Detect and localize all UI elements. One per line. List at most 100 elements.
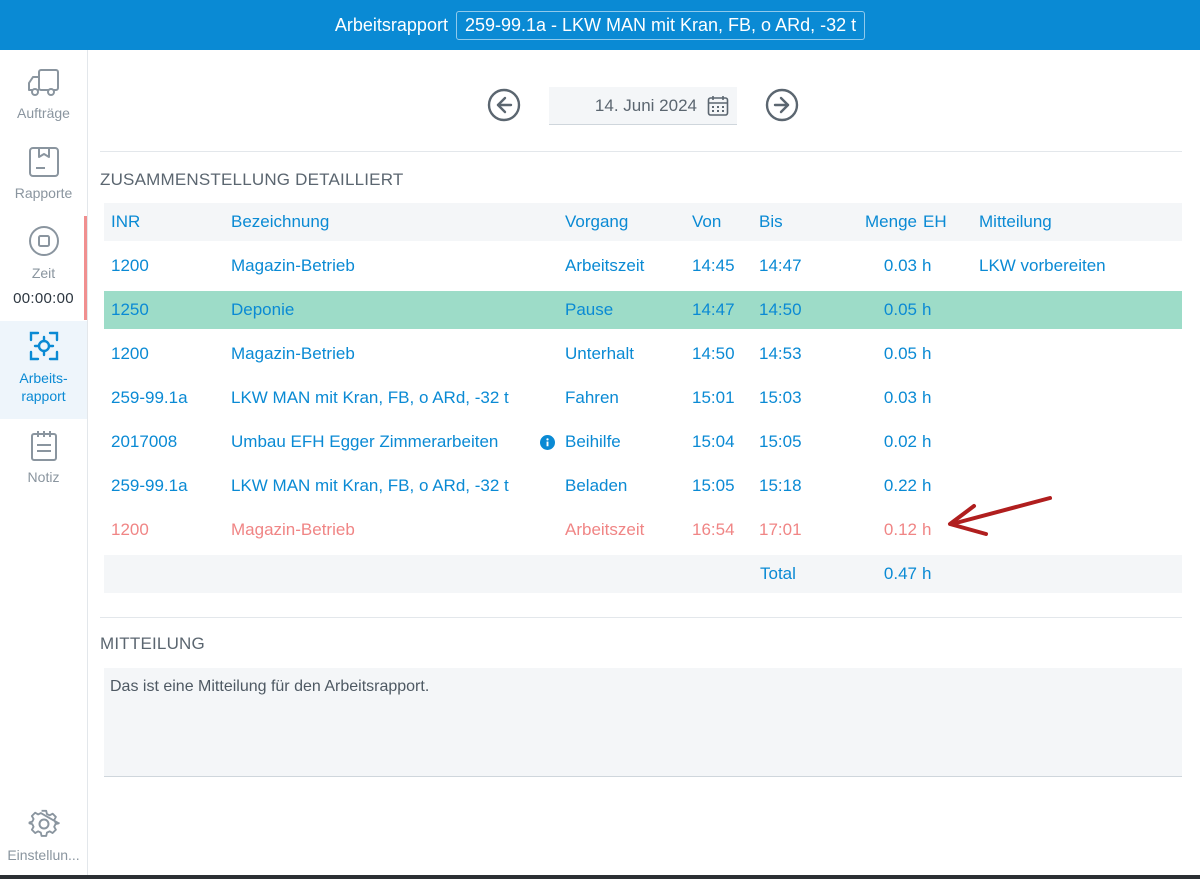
date-picker[interactable]: 14. Juni 2024	[549, 87, 737, 125]
cell-eh: h	[922, 388, 932, 407]
cell-bis: 15:05	[759, 432, 802, 451]
sidebar-item-label: Aufträge	[17, 105, 70, 121]
cell-inr: 259-99.1a	[111, 476, 188, 495]
cell-bezeichnung: Umbau EFH Egger Zimmerarbeiten	[231, 432, 499, 451]
column-header-menge[interactable]: Menge	[844, 203, 917, 241]
message-section-title: MITTEILUNG	[100, 634, 205, 653]
stop-circle-icon	[28, 226, 59, 256]
table-row-selected[interactable]: 1250 Deponie Pause 14:47 14:50 0.05 h	[104, 291, 1182, 329]
cell-bis: 14:53	[759, 344, 802, 363]
date-value: 14. Juni 2024	[594, 95, 697, 115]
cell-bezeichnung: Magazin-Betrieb	[231, 520, 355, 539]
cell-menge: 0.22	[883, 476, 917, 495]
vehicle-selector[interactable]: 259-99.1a - LKW MAN mit Kran, FB, o ARd,…	[455, 10, 866, 40]
focus-target-icon	[29, 331, 58, 361]
column-header-inr[interactable]: INR	[111, 203, 221, 241]
cell-bis: 15:03	[759, 388, 802, 407]
sidebar-item-zeit[interactable]: Zeit 00:00:00	[0, 224, 87, 320]
date-navigation: 14. Juni 2024	[100, 50, 1182, 152]
cell-eh: h	[922, 344, 932, 363]
cell-inr: 1200	[111, 520, 149, 539]
table-row[interactable]: 1200 Magazin-Betrieb Arbeitszeit 14:45 1…	[104, 247, 1182, 285]
cell-von: 14:50	[692, 344, 735, 363]
cell-bezeichnung: Magazin-Betrieb	[231, 256, 355, 275]
cell-bezeichnung: Magazin-Betrieb	[231, 344, 355, 363]
cell-inr: 1200	[111, 256, 149, 275]
cell-bis: 14:47	[759, 256, 802, 275]
cell-menge: 0.05	[883, 344, 917, 363]
cell-von: 15:05	[692, 476, 735, 495]
cell-bezeichnung: LKW MAN mit Kran, FB, o ARd, -32 t	[231, 388, 509, 407]
message-textarea[interactable]: Das ist eine Mitteilung für den Arbeitsr…	[104, 668, 1182, 777]
timer-indicator-bar	[84, 216, 87, 320]
sidebar-item-einstellungen[interactable]: Einstellun...	[0, 808, 87, 870]
timer-display: 00:00:00	[13, 290, 74, 307]
cell-eh: h	[922, 432, 932, 451]
cell-bezeichnung: LKW MAN mit Kran, FB, o ARd, -32 t	[231, 476, 509, 495]
table-row[interactable]: 259-99.1a LKW MAN mit Kran, FB, o ARd, -…	[104, 379, 1182, 417]
sidebar-item-label: Rapporte	[14, 185, 73, 201]
column-header-bezeichnung[interactable]: Bezeichnung	[231, 203, 531, 241]
sidebar-item-arbeitsrapport[interactable]: Arbeits- rapport	[0, 321, 87, 419]
sidebar-item-label-line2: rapport	[21, 388, 66, 404]
calendar-icon	[707, 95, 729, 116]
cell-mitteilung: LKW vorbereiten	[979, 256, 1106, 275]
cell-menge: 0.05	[883, 300, 917, 319]
truck-icon	[27, 69, 59, 96]
sidebar-item-label: Notiz	[27, 469, 60, 485]
sidebar-item-rapporte[interactable]: Rapporte	[0, 146, 87, 208]
cell-vorgang: Beihilfe	[565, 432, 621, 451]
table-total-row: Total 0.47 h	[104, 555, 1182, 593]
cell-vorgang: Unterhalt	[565, 344, 634, 363]
sidebar-item-auftraege[interactable]: Aufträge	[0, 68, 87, 130]
gear-icon	[28, 809, 60, 837]
cell-vorgang: Arbeitszeit	[565, 520, 645, 539]
total-label: Total	[760, 564, 796, 583]
page-title: Arbeitsrapport	[334, 14, 448, 35]
table-header: INR Bezeichnung Vorgang Von Bis Menge EH…	[104, 203, 1182, 241]
table-row[interactable]: 1200 Magazin-Betrieb Unterhalt 14:50 14:…	[104, 335, 1182, 373]
bottom-edge	[0, 875, 1200, 879]
cell-vorgang: Arbeitszeit	[565, 256, 645, 275]
cell-von: 16:54	[692, 520, 735, 539]
cell-vorgang: Beladen	[565, 476, 628, 495]
cell-von: 15:04	[692, 432, 735, 451]
cell-menge: 0.03	[883, 388, 917, 407]
cell-von: 14:47	[692, 300, 735, 319]
cell-vorgang: Fahren	[565, 388, 619, 407]
report-icon	[28, 147, 59, 177]
cell-menge: 0.02	[883, 432, 917, 451]
cell-von: 15:01	[692, 388, 735, 407]
top-bar: Arbeitsrapport 259-99.1a - LKW MAN mit K…	[0, 0, 1200, 50]
total-eh: h	[922, 564, 932, 583]
column-header-von[interactable]: Von	[692, 203, 752, 241]
info-icon[interactable]	[540, 435, 555, 450]
cell-bezeichnung: Deponie	[231, 300, 295, 319]
annotation-arrow-icon	[948, 496, 1052, 536]
cell-inr: 1250	[111, 300, 149, 319]
cell-eh: h	[922, 256, 932, 275]
cell-bis: 14:50	[759, 300, 802, 319]
cell-menge: 0.12	[883, 520, 917, 539]
cell-inr: 2017008	[111, 432, 178, 451]
cell-bis: 17:01	[759, 520, 802, 539]
sidebar-item-label: Einstellun...	[7, 847, 80, 863]
column-header-eh[interactable]: EH	[923, 203, 963, 241]
section-divider	[100, 617, 1182, 618]
table-row[interactable]: 2017008 Umbau EFH Egger Zimmerarbeiten B…	[104, 423, 1182, 461]
notepad-icon	[30, 431, 57, 461]
previous-day-button[interactable]	[487, 88, 521, 122]
total-menge: 0.47	[883, 564, 917, 583]
column-header-vorgang[interactable]: Vorgang	[565, 203, 685, 241]
next-day-button[interactable]	[765, 88, 799, 122]
cell-eh: h	[922, 300, 932, 319]
sidebar-item-notiz[interactable]: Notiz	[0, 430, 87, 492]
column-header-mitteilung[interactable]: Mitteilung	[979, 203, 1179, 241]
cell-bis: 15:18	[759, 476, 802, 495]
cell-inr: 259-99.1a	[111, 388, 188, 407]
column-header-bis[interactable]: Bis	[759, 203, 819, 241]
cell-von: 14:45	[692, 256, 735, 275]
sidebar-item-label-line1: Arbeits-	[19, 370, 68, 386]
summary-section-title: ZUSAMMENSTELLUNG DETAILLIERT	[100, 170, 404, 189]
cell-vorgang: Pause	[565, 300, 614, 319]
